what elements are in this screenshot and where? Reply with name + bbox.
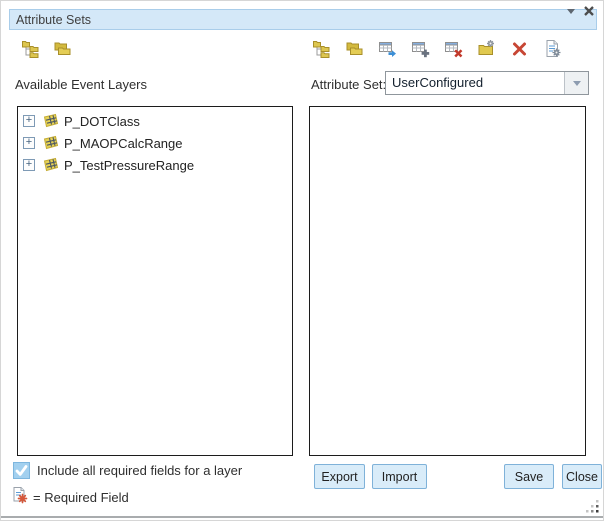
tree-item[interactable]: + P_DOTClass: [18, 110, 292, 132]
chevron-down-icon: [573, 81, 581, 86]
expand-icon[interactable]: +: [23, 137, 35, 149]
attribute-set-value[interactable]: UserConfigured: [386, 72, 564, 94]
event-layer-icon: [42, 135, 60, 151]
dialog-bottom-edge: [1, 516, 603, 518]
dialog-titlebar[interactable]: Attribute Sets: [9, 9, 597, 30]
include-required-fields-label: Include all required fields for a layer: [37, 463, 242, 478]
include-required-fields-row: Include all required fields for a layer: [13, 462, 242, 479]
attribute-set-fields-panel: [309, 106, 586, 456]
tree-item-label: P_DOTClass: [64, 114, 140, 129]
tree-item[interactable]: + P_MAOPCalcRange: [18, 132, 292, 154]
tree-item-label: P_MAOPCalcRange: [64, 136, 183, 151]
open-folder-gear-icon[interactable]: [477, 39, 496, 58]
open-folders-icon[interactable]: [345, 39, 364, 58]
include-required-fields-checkbox[interactable]: [13, 462, 30, 479]
expand-icon[interactable]: +: [23, 115, 35, 127]
attribute-set-dropdown-button[interactable]: [564, 72, 588, 94]
required-field-legend-text: = Required Field: [33, 490, 129, 505]
tree-item[interactable]: + P_TestPressureRange: [18, 154, 292, 176]
tree-item-label: P_TestPressureRange: [64, 158, 194, 173]
dialog-title: Attribute Sets: [10, 13, 91, 27]
export-table-icon[interactable]: [378, 39, 397, 58]
right-toolbar: [312, 39, 562, 58]
attribute-sets-dialog: Attribute Sets: [0, 0, 604, 521]
expand-icon[interactable]: +: [23, 159, 35, 171]
attribute-set-label: Attribute Set:: [311, 77, 386, 92]
event-layer-icon: [42, 113, 60, 129]
new-attribute-set-tree-icon[interactable]: [21, 39, 40, 58]
add-table-icon[interactable]: [411, 39, 430, 58]
export-button[interactable]: Export: [314, 464, 365, 489]
required-field-legend: = Required Field: [11, 486, 129, 509]
required-field-document-icon: [11, 486, 29, 509]
document-properties-icon[interactable]: [543, 39, 562, 58]
delete-icon[interactable]: [510, 39, 529, 58]
available-event-layers-label: Available Event Layers: [15, 77, 147, 92]
attribute-set-combobox[interactable]: UserConfigured: [385, 71, 589, 95]
open-folders-icon[interactable]: [53, 39, 72, 58]
close-icon[interactable]: [582, 4, 596, 18]
close-button[interactable]: Close: [562, 464, 602, 489]
remove-table-icon[interactable]: [444, 39, 463, 58]
available-event-layers-tree: + P_DOTClass + P_MAOPCalcRange +: [17, 106, 293, 456]
import-button[interactable]: Import: [372, 464, 427, 489]
resize-grip[interactable]: [585, 499, 601, 515]
left-toolbar: [21, 39, 72, 58]
checkmark-icon: [14, 463, 29, 478]
event-layer-icon: [42, 157, 60, 173]
titlebar-caret-down-icon[interactable]: [567, 9, 575, 14]
save-button[interactable]: Save: [504, 464, 554, 489]
new-attribute-set-tree-icon[interactable]: [312, 39, 331, 58]
